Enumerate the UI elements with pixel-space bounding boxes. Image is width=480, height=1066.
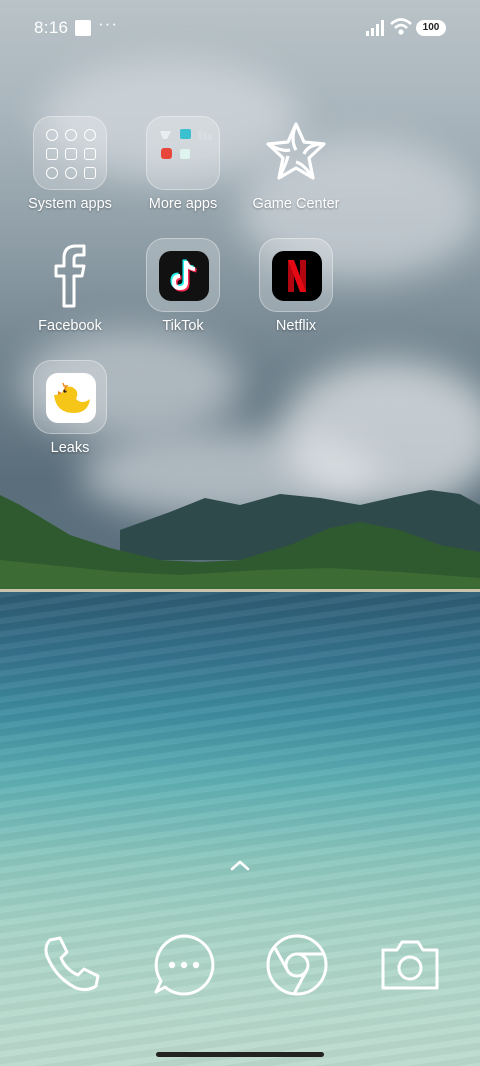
folder-system-apps-icon <box>33 116 107 190</box>
app-leaks[interactable]: Leaks <box>10 360 130 460</box>
app-facebook[interactable]: Facebook <box>10 238 130 338</box>
app-game-center[interactable]: Game Center <box>236 116 356 216</box>
app-netflix[interactable]: Netflix <box>236 238 356 338</box>
app-label: Game Center <box>252 196 340 212</box>
app-tile <box>259 238 333 312</box>
app-label: Netflix <box>275 318 317 334</box>
gesture-handle[interactable] <box>156 1052 324 1057</box>
weather-mini-icon <box>64 167 77 180</box>
settings-mini-icon <box>45 128 58 141</box>
scanner-mini-icon <box>84 167 97 180</box>
files-mini-icon <box>45 147 58 160</box>
game-center-star-icon <box>266 122 326 180</box>
more-apps-mini-icons <box>160 129 212 159</box>
folder-more-apps-icon <box>146 116 220 190</box>
leaks-bird-icon <box>46 373 96 423</box>
wallet-mini-icon <box>64 147 77 160</box>
phone-icon[interactable] <box>38 932 104 998</box>
netflix-icon <box>272 251 322 301</box>
battery-icon: 100 <box>416 20 446 36</box>
app-tile <box>33 360 107 434</box>
status-time: 8:16 <box>34 18 69 37</box>
status-bar: 8:16 ··· 100 <box>0 0 480 56</box>
chevron-up-icon[interactable] <box>229 858 251 872</box>
tiktok-icon <box>159 251 209 301</box>
compass-mini-icon <box>64 128 77 141</box>
app-system-apps[interactable]: System apps <box>10 116 130 216</box>
shield-mini-icon <box>84 128 97 141</box>
wifi-icon <box>390 18 412 35</box>
camera-icon[interactable] <box>377 932 443 998</box>
messages-icon[interactable] <box>151 932 217 998</box>
chrome-icon[interactable] <box>264 932 330 998</box>
signal-icon <box>366 20 384 36</box>
calculator-mini-icon <box>84 147 97 160</box>
more-dots-icon: ··· <box>98 14 118 33</box>
app-tiktok[interactable]: TikTok <box>123 238 243 338</box>
notification-square-icon <box>75 20 91 36</box>
app-more-apps[interactable]: More apps <box>123 116 243 216</box>
app-tile <box>146 238 220 312</box>
app-label: Leaks <box>50 440 90 456</box>
facebook-icon <box>54 244 86 308</box>
clock-mini-icon <box>45 167 58 180</box>
